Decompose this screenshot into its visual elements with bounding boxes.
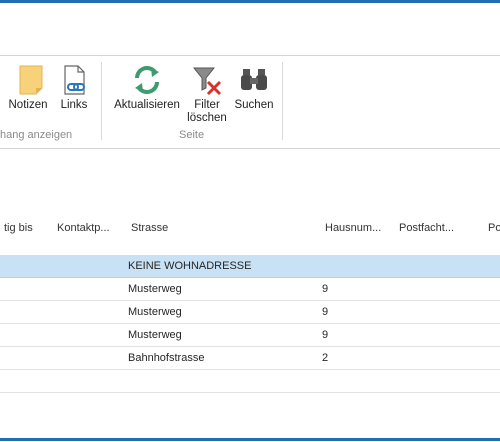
column-header-contact[interactable]: Kontaktp... — [57, 222, 110, 234]
clear-filter-button[interactable]: Filter löschen — [186, 64, 228, 125]
links-button[interactable]: Links — [56, 64, 92, 112]
notes-label: Notizen — [8, 99, 48, 111]
cell-house-number: 9 — [322, 329, 329, 341]
cell-street: Musterweg — [128, 306, 182, 318]
group-label-attachments: hang anzeigen — [0, 129, 73, 141]
column-header-street[interactable]: Strasse — [131, 222, 168, 234]
ribbon-separator — [101, 62, 102, 140]
column-header-po-box[interactable]: Postfacht... — [399, 222, 454, 234]
clear-filter-label-line2: löschen — [187, 112, 227, 124]
table-header: tig bis Kontaktp... Strasse Hausnum... P… — [0, 217, 500, 239]
column-header-house-number[interactable]: Hausnum... — [325, 222, 381, 234]
window-top-accent — [0, 0, 500, 3]
table-row[interactable] — [0, 370, 500, 393]
column-header-valid-until[interactable]: tig bis — [4, 222, 33, 234]
notes-icon — [19, 65, 43, 95]
cell-street: Musterweg — [128, 283, 182, 295]
table-row[interactable]: Bahnhofstrasse 2 — [0, 347, 500, 370]
cell-street: Bahnhofstrasse — [128, 352, 205, 364]
ribbon: Notizen Links hang anzeigen Aktualisiere… — [0, 55, 500, 149]
table-row[interactable]: Musterweg 9 — [0, 301, 500, 324]
links-icon — [64, 65, 85, 95]
links-label: Links — [60, 99, 88, 111]
search-label: Suchen — [234, 99, 274, 111]
table-row[interactable]: Musterweg 9 — [0, 324, 500, 347]
notes-button[interactable]: Notizen — [6, 64, 50, 112]
column-header-po[interactable]: Po — [488, 222, 500, 234]
ribbon-separator — [282, 62, 283, 140]
table-row[interactable]: KEINE WOHNADRESSE — [0, 255, 500, 278]
group-label-page: Seite — [179, 129, 205, 141]
cell-house-number: 9 — [322, 283, 329, 295]
refresh-button[interactable]: Aktualisieren — [111, 64, 183, 112]
clear-filter-label-line1: Filter — [194, 99, 220, 111]
refresh-icon — [135, 66, 159, 94]
refresh-label: Aktualisieren — [114, 99, 180, 111]
cell-street: KEINE WOHNADRESSE — [128, 260, 252, 272]
cell-house-number: 2 — [322, 352, 329, 364]
search-binoculars-icon — [241, 69, 267, 90]
clear-filter-icon — [192, 67, 222, 96]
window-bottom-accent — [0, 438, 500, 441]
table-row[interactable]: Musterweg 9 — [0, 278, 500, 301]
search-button[interactable]: Suchen — [233, 64, 275, 112]
cell-house-number: 9 — [322, 306, 329, 318]
cell-street: Musterweg — [128, 329, 182, 341]
